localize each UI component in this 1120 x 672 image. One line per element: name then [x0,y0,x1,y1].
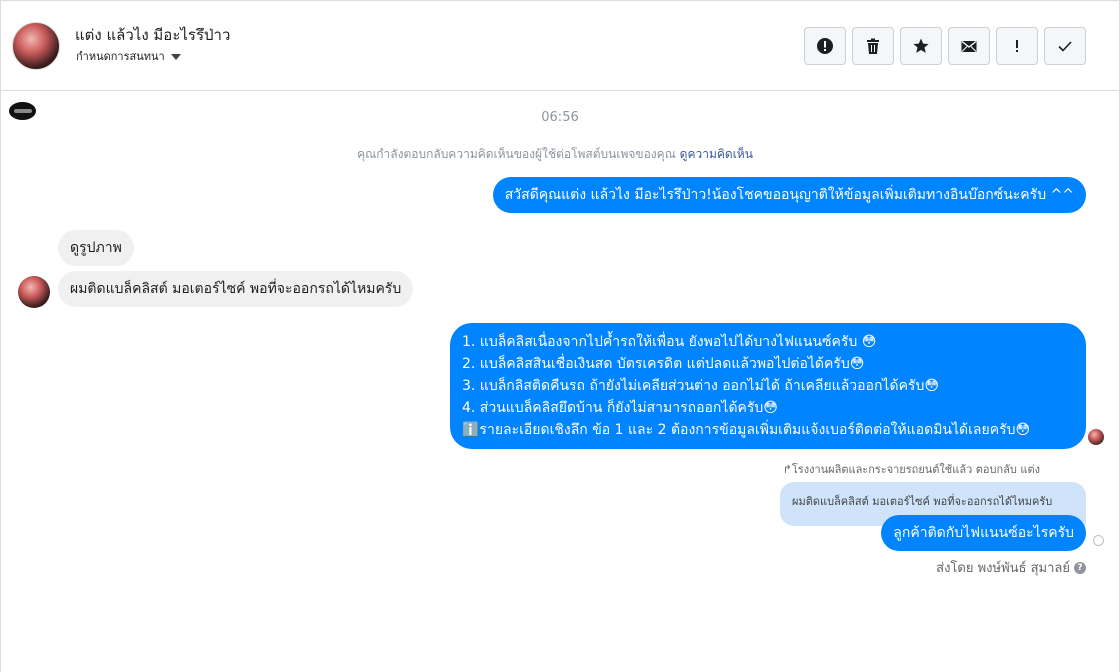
message-line: 3. แบล็กลิสติดคืนรถ ถ้ายังไม่เคลียส่วนต่… [462,378,939,394]
sender-avatar [18,276,50,308]
conversation-toolbar [804,27,1086,65]
message-line: ℹ️รายละเอียดเชิงลึก ข้อ 1 และ 2 ต้องการข… [462,422,1031,438]
report-icon [817,38,833,54]
mark-unread-button[interactable] [948,27,990,65]
message-line: 4. ส่วนแบล็คลิสยึดบ้าน ก็ยังไม่สามารถออก… [462,400,778,416]
comment-reply-notice-text: คุณกำลังตอบกลับความคิดเห็นของผู้ใช้ต่อโพ… [357,147,676,161]
contact-name[interactable]: แต่ง แล้วไง มีอะไรรึป่าว [75,23,230,47]
message-line: 2. แบล็คลิสสินเชื่อเงินสด บัตรเครดิต แต่… [462,356,865,372]
comment-reply-notice: คุณกำลังตอบกลับความคิดเห็นของผู้ใช้ต่อโพ… [0,145,1110,164]
mark-done-button[interactable] [1044,27,1086,65]
delete-button[interactable] [852,27,894,65]
check-icon [1058,41,1072,52]
outgoing-reply-message: ลูกค้าติดกับไฟแนนซ์อะไรครับ [881,515,1086,551]
outgoing-message: สวัสดีคุณแต่ง แล้วไง มีอะไรรึป่าว!น้องโช… [492,177,1086,213]
sent-by-label: ส่งโดย พงษ์พันธ์ สุมาลย์ ? [936,557,1086,578]
seen-indicator-avatar [1088,429,1104,445]
incoming-photo-message[interactable]: ดูรูปภาพ [58,230,134,266]
follow-up-button[interactable] [996,27,1038,65]
sent-by-text: ส่งโดย พงษ์พันธ์ สุมาลย์ [936,561,1070,576]
message-line: 1. แบล็คลิสเนื่องจากไปค้ำรถให้เพื่อน ยัง… [462,334,877,350]
view-comment-link[interactable]: ดูความคิดเห็น [680,147,753,161]
star-icon [913,38,929,53]
outgoing-message-list: 1. แบล็คลิสเนื่องจากไปค้ำรถให้เพื่อน ยัง… [450,323,1086,449]
assign-conversation-dropdown[interactable]: กำหนดการสนทนา [76,47,181,65]
help-icon[interactable]: ? [1074,561,1086,574]
star-button[interactable] [900,27,942,65]
trash-icon [867,38,879,54]
exclamation-icon [1016,40,1018,52]
envelope-icon [961,40,977,52]
report-button[interactable] [804,27,846,65]
reply-to-label: ↱โรงงานผลิตและกระจายรถยนต์ใช้แล้ว ตอบกลั… [782,463,1040,476]
message-timestamp: 06:56 [541,110,579,125]
caret-down-icon [170,54,181,60]
assign-conversation-label: กำหนดการสนทนา [76,50,165,63]
sent-status-icon [1093,535,1104,546]
conversation-header: แต่ง แล้วไง มีอะไรรึป่าว กำหนดการสนทนา [0,0,1120,91]
incoming-message: ผมติดแบล็คลิสต์ มอเตอร์ไซค์ พอที่จะออกรถ… [58,271,414,307]
contact-avatar[interactable] [12,22,60,70]
